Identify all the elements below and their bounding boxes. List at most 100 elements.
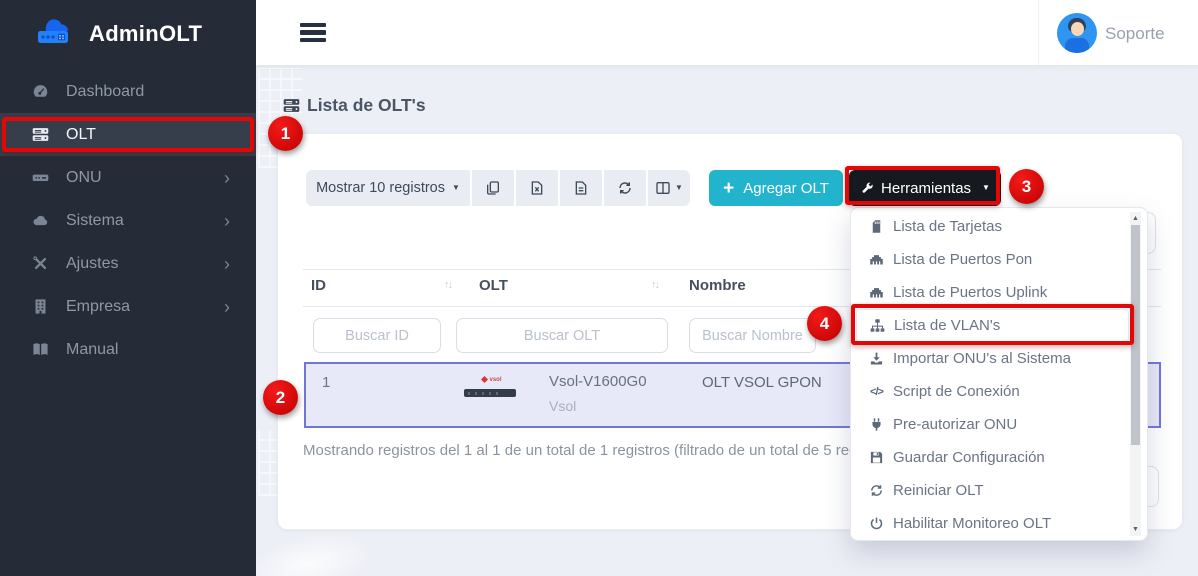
- menu-item-label: Lista de Tarjetas: [893, 218, 1002, 235]
- menu-item-label: Reiniciar OLT: [893, 482, 984, 499]
- ethernet-icon: [868, 285, 885, 301]
- vsol-logo-text: vsol: [489, 377, 501, 383]
- export-file-button[interactable]: [558, 170, 602, 206]
- menu-item-label: Guardar Configuración: [893, 449, 1045, 466]
- sd-card-icon: [868, 219, 885, 235]
- user-name[interactable]: Soporte: [1105, 24, 1165, 44]
- menu-item-label: Script de Conexión: [893, 383, 1020, 400]
- brand[interactable]: AdminOLT: [0, 0, 256, 68]
- show-entries-select[interactable]: Mostrar 10 registros ▼: [306, 170, 470, 206]
- avatar[interactable]: [1057, 13, 1097, 53]
- copy-button[interactable]: [470, 170, 514, 206]
- chevron-right-icon: ›: [224, 212, 230, 230]
- sidebar-nav: Dashboard OLT ONU › Sistema: [0, 70, 256, 371]
- column-header-nombre[interactable]: Nombre: [689, 277, 746, 294]
- topbar: Soporte: [256, 0, 1198, 65]
- sidebar-item-label: Sistema: [66, 212, 124, 230]
- tools-button-label: Herramientas: [881, 180, 971, 197]
- menu-item-habilitar-monitoreo-olt[interactable]: Habilitar Monitoreo OLT: [851, 507, 1147, 540]
- sidebar-item-label: Dashboard: [66, 83, 144, 101]
- dashboard-icon: [30, 83, 50, 101]
- column-header-olt[interactable]: OLT: [479, 277, 508, 294]
- building-icon: [30, 298, 50, 316]
- menu-item-label: Lista de VLAN's: [894, 317, 1000, 334]
- cell-id: 1: [322, 374, 330, 391]
- menu-icon[interactable]: [300, 23, 326, 42]
- add-olt-button[interactable]: + Agregar OLT: [709, 170, 843, 206]
- filter-olt-input[interactable]: [456, 318, 668, 353]
- menu-item-lista-de-puertos-uplink[interactable]: Lista de Puertos Uplink: [851, 276, 1147, 309]
- sidebar-item-empresa[interactable]: Empresa ›: [0, 285, 256, 328]
- sort-icon[interactable]: ↑↓: [651, 279, 658, 291]
- menu-item-label: Importar ONU's al Sistema: [893, 350, 1071, 367]
- column-header-id[interactable]: ID: [311, 277, 326, 294]
- menu-item-importar-onus[interactable]: Importar ONU's al Sistema: [851, 342, 1147, 375]
- menu-item-label: Habilitar Monitoreo OLT: [893, 515, 1051, 532]
- column-visibility-button[interactable]: ▼: [646, 170, 690, 206]
- show-entries-label: Mostrar 10 registros: [316, 180, 445, 196]
- vsol-logo-icon: [481, 376, 488, 383]
- bg-wave: [240, 523, 379, 576]
- chevron-right-icon: ›: [224, 298, 230, 316]
- book-icon: [30, 341, 50, 359]
- chevron-right-icon: ›: [224, 255, 230, 273]
- menu-item-script-de-conexion[interactable]: </> Script de Conexión: [851, 375, 1147, 408]
- app-window: AdminOLT Dashboard OLT ONU ›: [0, 0, 1198, 576]
- olt-device-image: [464, 389, 516, 397]
- sort-icon[interactable]: ↑↓: [444, 279, 451, 291]
- sitemap-icon: [869, 318, 886, 334]
- tools-dropdown-menu: Lista de Tarjetas Lista de Puertos Pon L…: [850, 207, 1148, 541]
- scrollbar-thumb[interactable]: [1131, 225, 1140, 445]
- dropdown-scrollbar[interactable]: ▲ ▼: [1130, 212, 1141, 536]
- sidebar-item-olt[interactable]: OLT: [0, 113, 256, 156]
- menu-item-guardar-configuracion[interactable]: Guardar Configuración: [851, 441, 1147, 474]
- scroll-up-icon[interactable]: ▲: [1130, 213, 1141, 224]
- power-icon: [868, 516, 885, 532]
- cell-nombre: OLT VSOL GPON: [702, 374, 822, 391]
- chevron-right-icon: ›: [224, 169, 230, 187]
- sidebar-item-label: Empresa: [66, 298, 130, 316]
- menu-item-label: Pre-autorizar ONU: [893, 416, 1017, 433]
- menu-item-lista-de-vlans[interactable]: Lista de VLAN's: [856, 309, 1129, 342]
- plus-icon: +: [723, 179, 734, 198]
- reload-table-button[interactable]: [602, 170, 646, 206]
- sync-icon: [868, 483, 885, 499]
- sidebar-item-onu[interactable]: ONU ›: [0, 156, 256, 199]
- menu-item-reiniciar-olt[interactable]: Reiniciar OLT: [851, 474, 1147, 507]
- filter-id-input[interactable]: [313, 318, 441, 353]
- menu-item-label: Lista de Puertos Pon: [893, 251, 1032, 268]
- sidebar-item-ajustes[interactable]: Ajustes ›: [0, 242, 256, 285]
- file-icon: [573, 180, 589, 196]
- sidebar-item-label: OLT: [66, 126, 96, 144]
- sidebar-item-manual[interactable]: Manual: [0, 328, 256, 371]
- sidebar-item-label: Ajustes: [66, 255, 118, 273]
- excel-file-icon: [529, 180, 545, 196]
- server-icon: [283, 97, 300, 114]
- scroll-down-icon[interactable]: ▼: [1130, 524, 1141, 535]
- cell-olt-model: Vsol-V1600G0: [549, 373, 647, 390]
- tools-button[interactable]: Herramientas ▼: [849, 170, 1001, 206]
- brand-logo-icon: [36, 19, 80, 49]
- sidebar-item-dashboard[interactable]: Dashboard: [0, 70, 256, 113]
- onu-device-icon: [30, 169, 50, 187]
- sidebar-item-sistema[interactable]: Sistema ›: [0, 199, 256, 242]
- export-excel-button[interactable]: [514, 170, 558, 206]
- caret-down-icon: ▼: [452, 184, 460, 192]
- filter-nombre-input[interactable]: [689, 318, 816, 353]
- save-icon: [868, 450, 885, 466]
- brand-name: AdminOLT: [89, 21, 202, 47]
- server-icon: [30, 126, 50, 144]
- sidebar: AdminOLT Dashboard OLT ONU ›: [0, 0, 256, 576]
- menu-item-pre-autorizar-onu[interactable]: Pre-autorizar ONU: [851, 408, 1147, 441]
- page-title: Lista de OLT's: [283, 95, 426, 116]
- download-icon: [868, 351, 885, 367]
- columns-icon: [655, 180, 671, 196]
- caret-down-icon: ▼: [675, 184, 683, 192]
- ethernet-icon: [868, 252, 885, 268]
- menu-item-lista-de-puertos-pon[interactable]: Lista de Puertos Pon: [851, 243, 1147, 276]
- refresh-icon: [617, 180, 633, 196]
- caret-down-icon: ▼: [982, 184, 990, 192]
- cell-olt-brand: Vsol: [549, 398, 576, 414]
- menu-item-lista-de-tarjetas[interactable]: Lista de Tarjetas: [851, 210, 1147, 243]
- table-toolbar: Mostrar 10 registros ▼: [306, 170, 690, 206]
